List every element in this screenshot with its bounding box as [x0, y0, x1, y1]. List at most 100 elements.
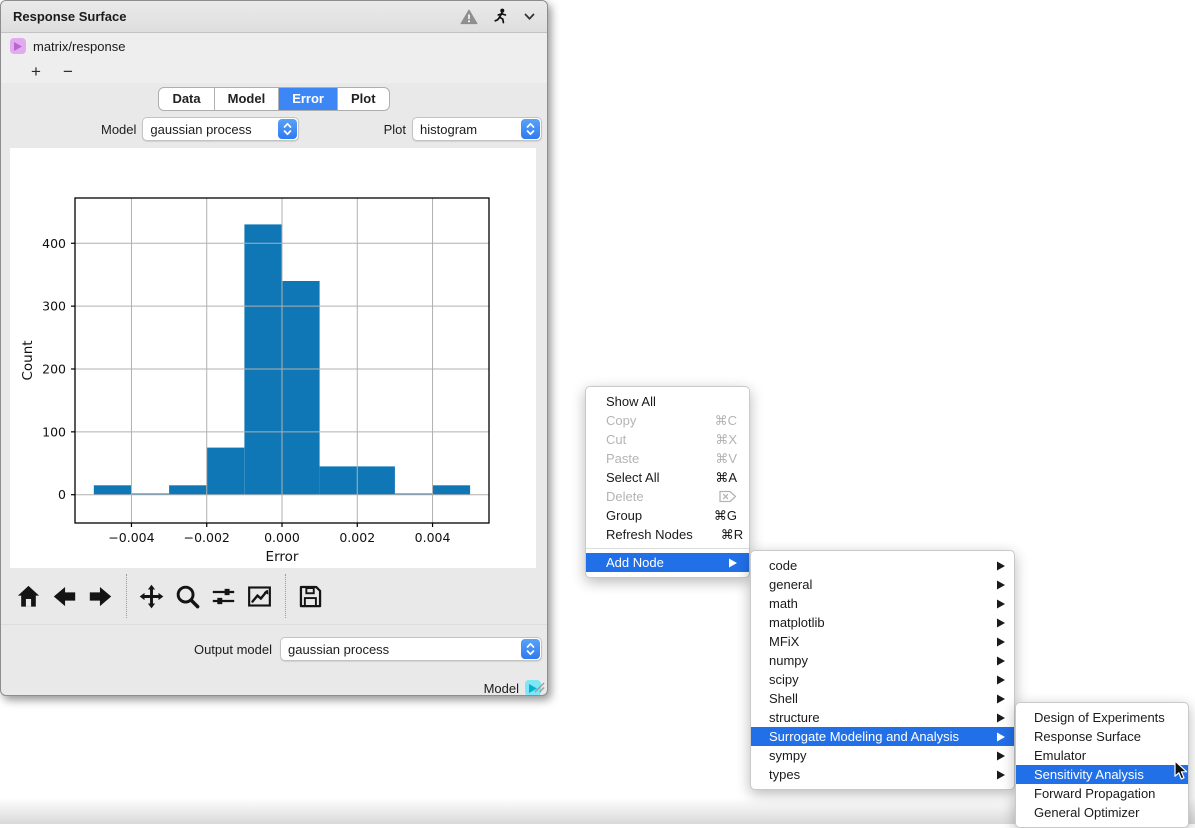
menu-item-copy: Copy⌘C: [586, 411, 749, 430]
menu-item-group[interactable]: Group ⌘G: [586, 506, 749, 525]
run-icon[interactable]: [493, 8, 509, 25]
customize-icon[interactable]: [246, 583, 273, 610]
submenu-arrow-icon: [997, 732, 1005, 742]
menu-item-accessory: [729, 558, 737, 568]
menu-item-response-surface[interactable]: Response Surface: [1016, 727, 1188, 746]
menu-item-accessory: [997, 675, 1005, 685]
menu-item-label: MFiX: [769, 634, 799, 649]
menu-item-accessory: [997, 599, 1005, 609]
menu-item-show-all[interactable]: Show All: [586, 392, 749, 411]
window-title: Response Surface: [13, 9, 126, 24]
menu-item-label: sympy: [769, 748, 807, 763]
add-terminal-button[interactable]: +: [27, 63, 45, 80]
menu-item-emulator[interactable]: Emulator: [1016, 746, 1188, 765]
forward-icon[interactable]: [87, 583, 114, 610]
menu-item-label: Emulator: [1034, 748, 1086, 763]
model-select-value: gaussian process: [143, 122, 277, 137]
menu-item-types[interactable]: types: [751, 765, 1014, 784]
menu-item-shell[interactable]: Shell: [751, 689, 1014, 708]
window-titlebar[interactable]: Response Surface: [1, 1, 547, 33]
save-icon[interactable]: [297, 583, 324, 610]
menu-item-sympy[interactable]: sympy: [751, 746, 1014, 765]
menu-item-mfix[interactable]: MFiX: [751, 632, 1014, 651]
menu-item-add-node[interactable]: Add Node: [586, 553, 749, 572]
menu-item-accessory: [997, 618, 1005, 628]
menu-item-math[interactable]: math: [751, 594, 1014, 613]
menu-item-surrogate-modeling-and-analysis[interactable]: Surrogate Modeling and Analysis: [751, 727, 1014, 746]
menu-item-label: Paste: [606, 451, 639, 466]
menu-item-label: Response Surface: [1034, 729, 1141, 744]
output-model-select[interactable]: gaussian process: [280, 637, 542, 661]
menu-item-accessory: ⌘G: [714, 508, 737, 524]
menu-item-accessory: [997, 637, 1005, 647]
subplots-icon[interactable]: [210, 583, 237, 610]
plot-controls-row: Model gaussian process Plot histogram: [1, 114, 547, 148]
input-port-label: matrix/response: [33, 39, 125, 54]
menu-item-matplotlib[interactable]: matplotlib: [751, 613, 1014, 632]
tab-plot[interactable]: Plot: [338, 88, 389, 110]
menu-item-refresh-nodes[interactable]: Refresh Nodes⌘R: [586, 525, 749, 544]
warning-icon: [460, 9, 478, 25]
menu-separator: [586, 548, 749, 549]
delete-forward-icon: [719, 490, 737, 503]
stepper-icon: [521, 119, 540, 139]
model-select-label: Model: [101, 122, 136, 137]
svg-text:0.002: 0.002: [339, 530, 375, 545]
output-model-row: Output model gaussian process: [1, 624, 547, 669]
zoom-icon[interactable]: [174, 583, 201, 610]
menu-item-structure[interactable]: structure: [751, 708, 1014, 727]
stepper-icon: [278, 119, 297, 139]
terminal-buttons-row: + −: [1, 59, 547, 83]
menu-item-label: Select All: [606, 470, 659, 485]
svg-text:200: 200: [42, 361, 66, 376]
menu-item-label: General Optimizer: [1034, 805, 1139, 820]
output-model-label: Output model: [194, 642, 272, 657]
plot-canvas: −0.004−0.0020.0000.0020.0040100200300400…: [10, 148, 536, 568]
menu-item-accessory: [997, 751, 1005, 761]
menu-item-label: Forward Propagation: [1034, 786, 1155, 801]
model-select[interactable]: gaussian process: [142, 117, 299, 141]
back-icon[interactable]: [51, 583, 78, 610]
menu-item-label: matplotlib: [769, 615, 825, 630]
menu-item-general[interactable]: general: [751, 575, 1014, 594]
input-port-icon[interactable]: [10, 38, 26, 54]
menu-item-accessory: [997, 561, 1005, 571]
tab-error[interactable]: Error: [279, 88, 338, 110]
histogram-chart: −0.004−0.0020.0000.0020.0040100200300400…: [10, 148, 536, 568]
menu-item-label: math: [769, 596, 798, 611]
menu-item-label: general: [769, 577, 812, 592]
menu-item-accessory: ⌘C: [715, 413, 737, 429]
menu-item-forward-propagation[interactable]: Forward Propagation: [1016, 784, 1188, 803]
menu-item-label: types: [769, 767, 800, 782]
submenu-arrow-icon: [997, 694, 1005, 704]
tab-model[interactable]: Model: [215, 88, 280, 110]
menu-item-code[interactable]: code: [751, 556, 1014, 575]
menu-item-accessory: [997, 770, 1005, 780]
home-icon[interactable]: [15, 583, 42, 610]
menu-item-design-of-experiments[interactable]: Design of Experiments: [1016, 708, 1188, 727]
plot-select[interactable]: histogram: [412, 117, 542, 141]
menu-item-sensitivity-analysis[interactable]: Sensitivity Analysis: [1016, 765, 1188, 784]
menu-item-label: numpy: [769, 653, 808, 668]
menu-item-accessory: ⌘X: [715, 432, 737, 448]
tab-data[interactable]: Data: [159, 88, 214, 110]
menu-item-label: Add Node: [606, 555, 664, 570]
remove-terminal-button[interactable]: −: [59, 63, 77, 80]
menu-item-label: structure: [769, 710, 820, 725]
pan-icon[interactable]: [138, 583, 165, 610]
menu-item-label: Group: [606, 508, 642, 523]
menu-item-select-all[interactable]: Select All ⌘A: [586, 468, 749, 487]
resize-grip[interactable]: [532, 680, 545, 693]
plot-select-label: Plot: [384, 122, 406, 137]
svg-text:0.000: 0.000: [264, 530, 300, 545]
menu-item-numpy[interactable]: numpy: [751, 651, 1014, 670]
menu-item-accessory: ⌘A: [715, 470, 737, 486]
svg-text:−0.004: −0.004: [108, 530, 154, 545]
output-port-row: Model: [1, 669, 547, 696]
menu-item-general-optimizer[interactable]: General Optimizer: [1016, 803, 1188, 822]
tab-bar: DataModelErrorPlot: [158, 87, 389, 111]
chevron-down-icon[interactable]: [524, 13, 535, 21]
menu-item-label: Delete: [606, 489, 644, 504]
menu-item-scipy[interactable]: scipy: [751, 670, 1014, 689]
menu-item-label: code: [769, 558, 797, 573]
